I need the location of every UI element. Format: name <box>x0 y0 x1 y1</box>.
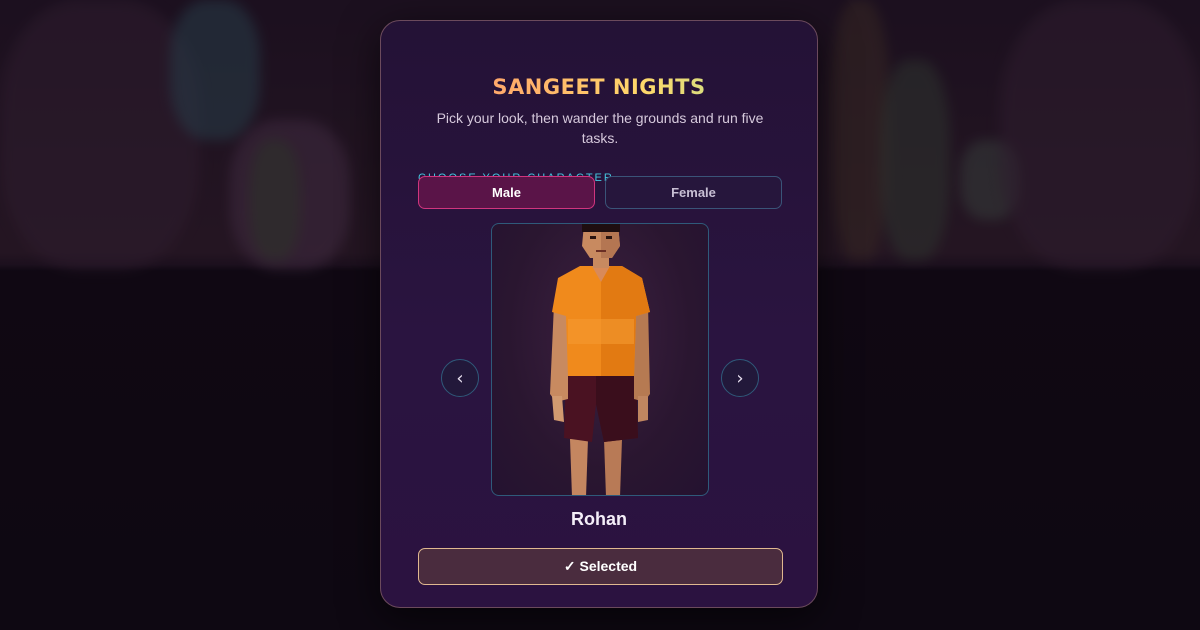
game-title: SANGEET NIGHTS <box>381 75 817 99</box>
prev-character-button[interactable]: ‹ <box>441 359 479 397</box>
gender-male-button[interactable]: Male <box>418 176 595 209</box>
game-subtitle: Pick your look, then wander the grounds … <box>436 110 764 146</box>
next-character-button[interactable]: › <box>721 359 759 397</box>
gender-female-button[interactable]: Female <box>605 176 782 209</box>
chevron-right-icon: › <box>736 367 744 389</box>
select-character-button[interactable]: ✓ Selected <box>418 548 783 585</box>
character-name: Rohan <box>571 509 627 529</box>
character-model <box>550 224 650 495</box>
chevron-left-icon: ‹ <box>456 367 464 389</box>
character-preview <box>491 223 709 496</box>
character-select-card: SANGEET NIGHTS Pick your look, then wand… <box>380 20 818 608</box>
